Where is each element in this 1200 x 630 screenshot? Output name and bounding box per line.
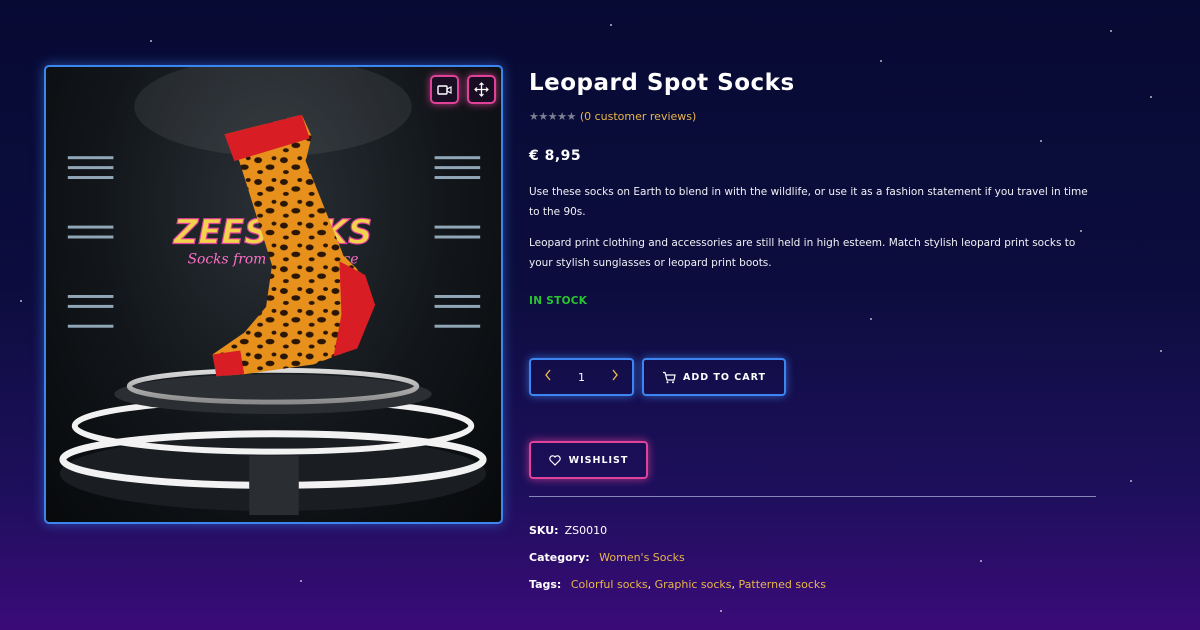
quantity-input[interactable]: 1 bbox=[567, 371, 597, 384]
product-summary: Leopard Spot Socks ★★★★★ (0 customer rev… bbox=[529, 66, 1099, 591]
product-category: Category: Women's Socks bbox=[529, 551, 685, 564]
stock-status: IN STOCK bbox=[529, 295, 588, 307]
tags-label: Tags: bbox=[529, 578, 562, 591]
product-image[interactable]: ZEESOCKS Socks from Outer Space bbox=[44, 65, 503, 524]
wishlist-label: WISHLIST bbox=[568, 454, 629, 466]
chevron-right-icon bbox=[612, 369, 618, 381]
sku-value: ZS0010 bbox=[564, 524, 608, 537]
tag-link-graphic-socks[interactable]: Graphic socks bbox=[655, 578, 732, 591]
sku-label: SKU: bbox=[529, 524, 559, 537]
product-title: Leopard Spot Socks bbox=[529, 70, 795, 96]
category-link[interactable]: Women's Socks bbox=[599, 551, 685, 564]
sock-on-pedestal-image: ZEESOCKS Socks from Outer Space bbox=[59, 67, 487, 516]
move-icon bbox=[474, 82, 489, 97]
product-tags: Tags: Colorful socks, Graphic socks, Pat… bbox=[529, 578, 826, 591]
product-sku: SKU: ZS0010 bbox=[529, 524, 607, 537]
video-icon bbox=[437, 84, 452, 95]
tag-link-patterned-socks[interactable]: Patterned socks bbox=[739, 578, 826, 591]
add-to-cart-label: ADD TO CART bbox=[683, 371, 766, 383]
customer-reviews-link[interactable]: (0 customer reviews) bbox=[580, 110, 696, 123]
star-rating-icon: ★★★★★ bbox=[529, 110, 576, 123]
product-rating: ★★★★★ (0 customer reviews) bbox=[529, 110, 696, 123]
quantity-stepper: 1 bbox=[529, 358, 634, 396]
move-button[interactable] bbox=[467, 75, 496, 104]
product-description-1: Use these socks on Earth to blend in wit… bbox=[529, 186, 1088, 218]
heart-icon bbox=[548, 454, 561, 466]
divider bbox=[529, 496, 1096, 497]
video-button[interactable] bbox=[430, 75, 459, 104]
tag-link-colorful-socks[interactable]: Colorful socks bbox=[571, 578, 648, 591]
cart-icon bbox=[663, 371, 676, 383]
quantity-increase-button[interactable] bbox=[608, 369, 622, 385]
add-to-cart-button[interactable]: ADD TO CART bbox=[642, 358, 786, 396]
product-description-2: Leopard print clothing and accessories a… bbox=[529, 237, 1076, 269]
category-label: Category: bbox=[529, 551, 590, 564]
wishlist-button[interactable]: WISHLIST bbox=[529, 441, 648, 479]
product-price: € 8,95 bbox=[529, 148, 582, 164]
quantity-decrease-button[interactable] bbox=[541, 369, 555, 385]
chevron-left-icon bbox=[545, 369, 551, 381]
